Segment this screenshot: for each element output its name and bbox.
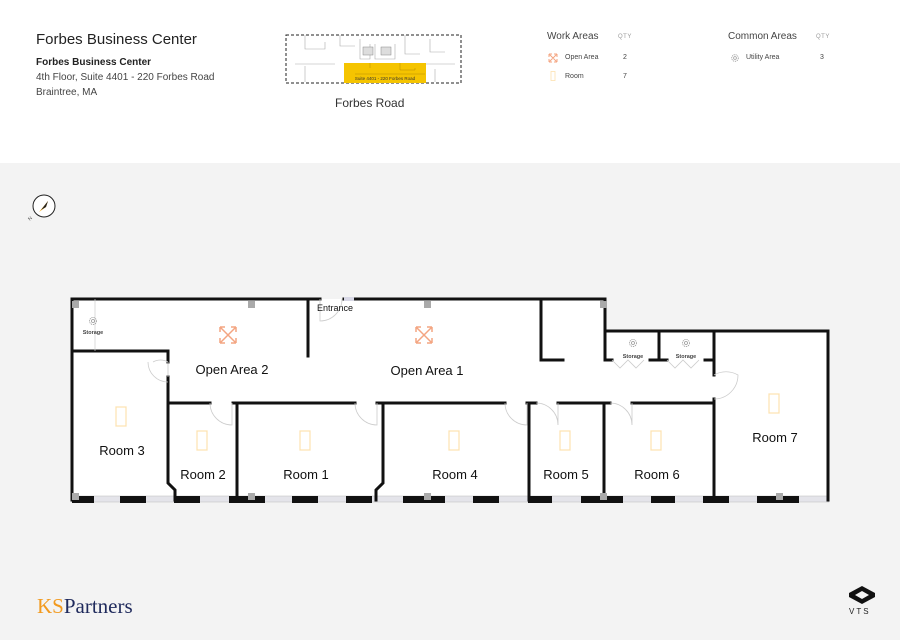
ks-logo-ks: KS [37, 594, 64, 618]
room-1-label[interactable]: Room 1 [283, 467, 329, 482]
floor-plan: Entrance Open Area 2 Open Area 1 Room 3 … [70, 297, 830, 503]
storage-2-label[interactable]: Storage [623, 354, 643, 360]
open-area-2-label[interactable]: Open Area 2 [196, 362, 269, 377]
room-2-label[interactable]: Room 2 [180, 467, 226, 482]
entrance-marker [344, 297, 354, 301]
open-area-1-label[interactable]: Open Area 1 [391, 363, 464, 378]
room-3-label[interactable]: Room 3 [99, 443, 145, 458]
room-6-label[interactable]: Room 6 [634, 467, 680, 482]
entrance-label: Entrance [317, 303, 353, 313]
storage-1-label[interactable]: Storage [83, 330, 103, 336]
storage-3-label[interactable]: Storage [676, 354, 696, 360]
ks-logo-partners: Partners [63, 594, 133, 618]
room-5-label[interactable]: Room 5 [543, 467, 589, 482]
room-4-label[interactable]: Room 4 [432, 467, 478, 482]
room-7-label[interactable]: Room 7 [752, 430, 798, 445]
vts-logo-text: VTS [849, 607, 871, 616]
ks-partners-logo: KSPartners [37, 594, 133, 619]
